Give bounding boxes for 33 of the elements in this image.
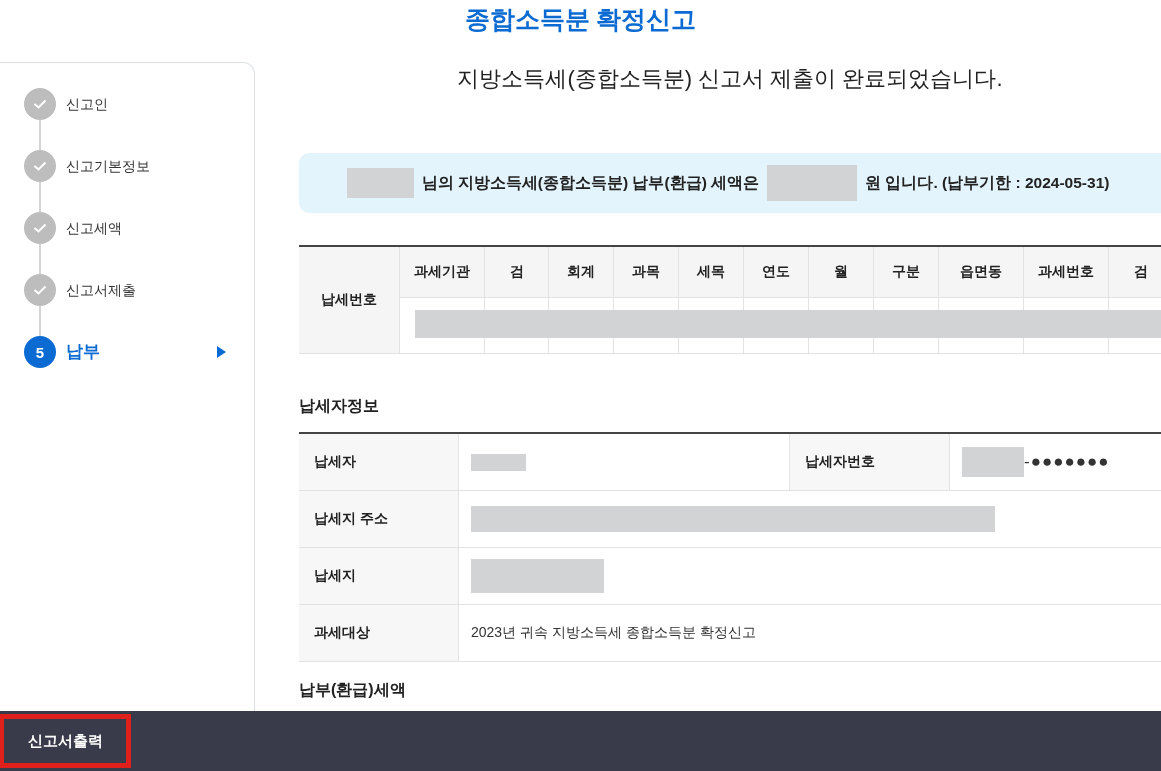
field-label: 납세자 bbox=[299, 434, 459, 490]
step-number: 5 bbox=[24, 336, 56, 368]
column-header: 세목 bbox=[679, 247, 744, 298]
column-header: 구분 bbox=[874, 247, 939, 298]
column-header: 과세기관 bbox=[400, 247, 485, 298]
field-label: 납세지 bbox=[299, 548, 459, 604]
step-label[interactable]: 신고세액 bbox=[66, 212, 122, 244]
page-title: 종합소득분 확정신고 bbox=[464, 4, 697, 35]
column-header: 월 bbox=[809, 247, 874, 298]
column-header: 검 bbox=[1109, 247, 1161, 298]
section-title: 납세자정보 bbox=[299, 396, 380, 416]
field-label: 과세대상 bbox=[299, 605, 459, 661]
column-header: 연도 bbox=[744, 247, 809, 298]
field-label: 납세자번호 bbox=[790, 434, 950, 490]
column-header: 검 bbox=[485, 247, 549, 298]
step-label[interactable]: 신고서제출 bbox=[66, 274, 136, 306]
field-value: 2023년 귀속 지방소득세 종합소득분 확정신고 bbox=[471, 624, 756, 642]
notice-text: 원 입니다. (납부기한 : 2024-05-31) bbox=[865, 172, 1110, 193]
section-title: 납부(환급)세액 bbox=[299, 680, 407, 700]
triangle-right-icon bbox=[217, 346, 226, 358]
masked-number: -●●●●●●● bbox=[1024, 452, 1110, 472]
redacted-block bbox=[346, 168, 414, 198]
completion-message: 지방소득세(종합소득분) 신고서 제출이 완료되었습니다. bbox=[456, 65, 1004, 93]
column-header: 회계 bbox=[549, 247, 614, 298]
column-header: 과세번호 bbox=[1024, 247, 1109, 298]
column-header: 읍면동 bbox=[939, 247, 1024, 298]
step-label[interactable]: 신고기본정보 bbox=[66, 150, 150, 182]
table-header: 납세번호 bbox=[299, 247, 400, 354]
step-label[interactable]: 신고인 bbox=[66, 88, 108, 120]
column-header: 과목 bbox=[614, 247, 679, 298]
step-label[interactable]: 납부 bbox=[66, 336, 100, 368]
field-label: 납세지 주소 bbox=[299, 491, 459, 547]
notice-text: 님의 지방소득세(종합소득분) 납부(환급) 세액은 bbox=[421, 172, 760, 193]
